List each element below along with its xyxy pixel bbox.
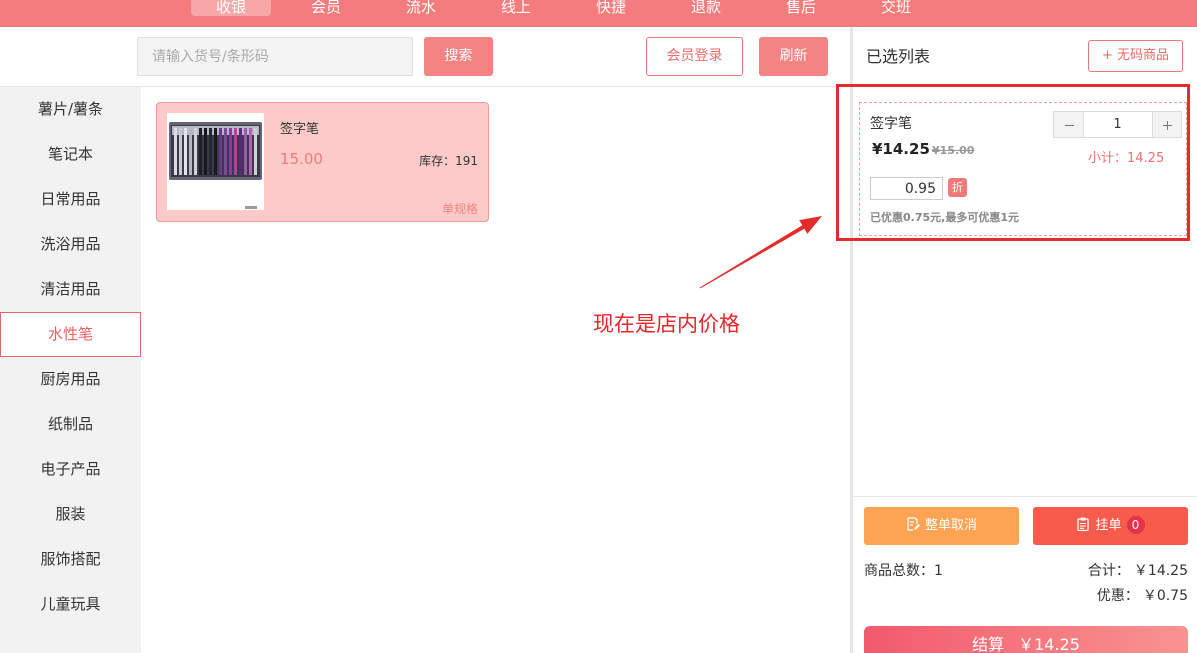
annotation-text: 现在是店内价格 [593, 312, 740, 336]
product-price: 15.00 [280, 150, 323, 168]
nav-item-after-sales[interactable]: 售后 [761, 0, 841, 16]
cart-item-original-price: ¥15.00 [932, 144, 975, 157]
nav-item-transactions[interactable]: 流水 [381, 0, 461, 16]
category-item-kitchen[interactable]: 厨房用品 [0, 357, 141, 402]
selected-list-panel: 已选列表 + 无码商品 签字笔 ¥14.25 ¥15.00 小计：14.25 折… [853, 27, 1197, 653]
quantity-decrease-button[interactable] [1054, 112, 1084, 137]
search-button[interactable]: 搜索 [424, 37, 493, 76]
category-item-notebooks[interactable]: 笔记本 [0, 132, 141, 177]
cart-item-name: 签字笔 [870, 116, 912, 132]
clipboard-icon [1076, 509, 1090, 532]
category-item-bath[interactable]: 洗浴用品 [0, 222, 141, 267]
nav-item-shift-handover[interactable]: 交班 [856, 0, 936, 16]
product-name: 签字笔 [280, 122, 320, 137]
member-login-button[interactable]: 会员登录 [646, 37, 743, 76]
product-spec: 单规格 [441, 202, 478, 216]
cancel-order-button[interactable]: 整单取消 [864, 507, 1019, 545]
quantity-increase-button[interactable] [1152, 112, 1181, 137]
hold-order-label: 挂单 [1095, 518, 1122, 533]
category-sidebar: 薯片/薯条 笔记本 日常用品 洗浴用品 清洁用品 水性笔 厨房用品 纸制品 电子… [0, 87, 141, 653]
order-total-value: ￥14.25 [1133, 563, 1188, 579]
discount-note: 已优惠0.75元,最多可优惠1元 [870, 211, 1019, 224]
top-nav: 收银 会员 流水 线上 快捷 退款 售后 交班 [0, 0, 1197, 27]
category-item-electronics[interactable]: 电子产品 [0, 447, 141, 492]
no-code-product-button[interactable]: + 无码商品 [1088, 40, 1183, 72]
nav-item-cashier[interactable]: 收银 [191, 0, 271, 16]
order-total: 合计： ￥14.25 [1088, 560, 1188, 580]
category-item-clothing[interactable]: 服装 [0, 492, 141, 537]
nav-item-online[interactable]: 线上 [476, 0, 556, 16]
category-item-accessories[interactable]: 服饰搭配 [0, 537, 141, 582]
discount-badge[interactable]: 折 [948, 178, 967, 197]
nav-item-member[interactable]: 会员 [286, 0, 366, 16]
panel-divider [853, 496, 1197, 497]
search-input[interactable] [137, 37, 413, 76]
checkout-amount: ￥14.25 [1018, 635, 1080, 653]
order-total-label: 合计： [1087, 563, 1130, 579]
category-item-gel-pens[interactable]: 水性笔 [0, 312, 141, 357]
cart-item-price: ¥14.25 [872, 140, 930, 158]
category-item-paper[interactable]: 纸制品 [0, 402, 141, 447]
order-discount-label: 优惠： [1096, 588, 1139, 604]
discount-rate-input[interactable] [870, 177, 943, 200]
quantity-input[interactable] [1084, 112, 1151, 137]
minus-icon [1064, 124, 1074, 126]
hold-order-button[interactable]: 挂单 0 [1033, 507, 1188, 545]
category-item-toys[interactable]: 儿童玩具 [0, 582, 141, 627]
order-discount: 优惠： ￥0.75 [1097, 585, 1188, 605]
hold-count-badge: 0 [1126, 516, 1145, 534]
total-item-count: 商品总数：1 [864, 563, 943, 579]
document-edit-icon [906, 509, 920, 531]
category-item-chips[interactable]: 薯片/薯条 [0, 87, 141, 132]
checkout-button[interactable]: 结算 ￥14.25 [864, 626, 1188, 653]
nav-item-refund[interactable]: 退款 [666, 0, 746, 16]
product-card[interactable]: 签字笔 15.00 库存：191 单规格 [156, 102, 489, 222]
product-image [167, 113, 264, 210]
order-discount-value: ￥0.75 [1142, 588, 1188, 604]
cancel-order-label: 整单取消 [924, 518, 977, 533]
category-item-daily-goods[interactable]: 日常用品 [0, 177, 141, 222]
stock-label: 库存： [419, 154, 456, 168]
selected-list-title: 已选列表 [866, 47, 931, 66]
nav-item-shortcuts[interactable]: 快捷 [571, 0, 651, 16]
product-stock: 库存：191 [419, 152, 478, 169]
search-toolbar: 搜索 会员登录 刷新 [0, 27, 850, 87]
category-item-cleaning[interactable]: 清洁用品 [0, 267, 141, 312]
quantity-stepper [1053, 111, 1182, 138]
refresh-button[interactable]: 刷新 [759, 37, 828, 76]
cart-item: 签字笔 ¥14.25 ¥15.00 小计：14.25 折 已优惠0.75元,最多… [859, 102, 1187, 236]
stock-value: 191 [455, 154, 478, 168]
checkout-label: 结算 [972, 635, 1005, 653]
cart-item-subtotal: 小计：14.25 [1088, 151, 1165, 166]
